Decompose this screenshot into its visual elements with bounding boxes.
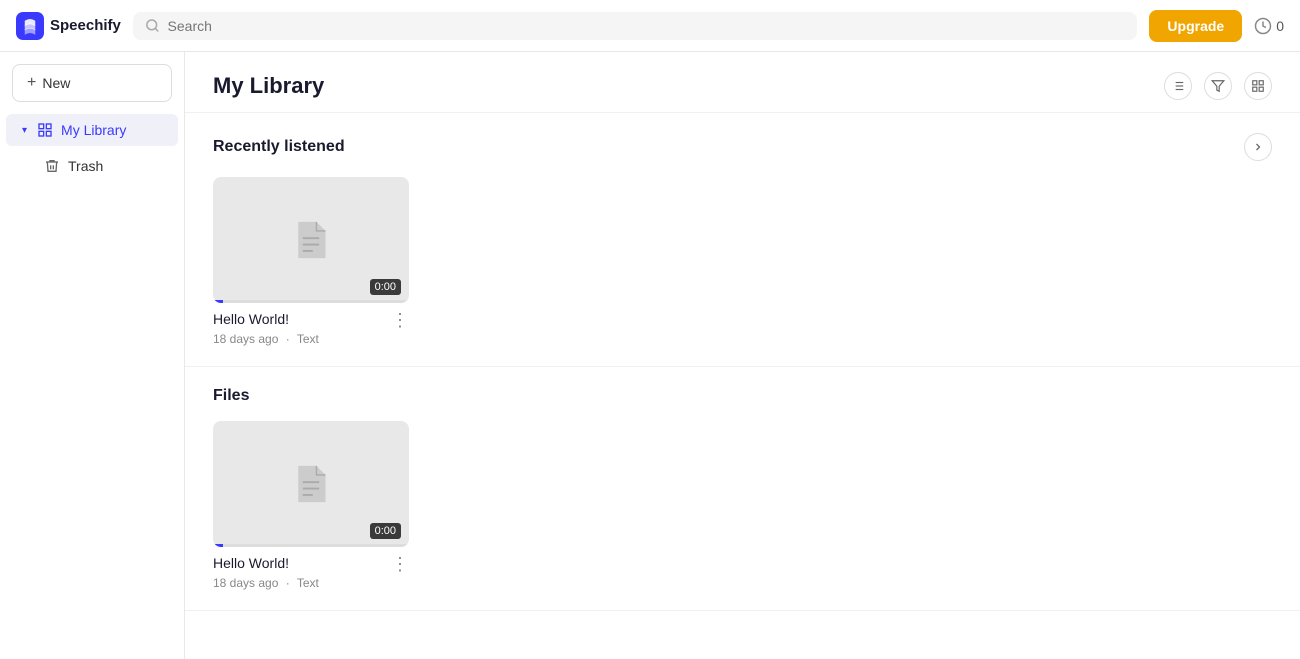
plus-icon: + (27, 74, 36, 92)
duration-badge: 0:00 (370, 279, 401, 295)
sidebar-item-trash-label: Trash (68, 158, 103, 174)
card-type: Text (297, 576, 319, 590)
content-area: My Library (185, 52, 1300, 659)
speechify-logo-icon (16, 12, 44, 40)
sort-icon[interactable] (1164, 72, 1192, 100)
card-thumbnail: 0:00 (213, 177, 409, 303)
topbar: Speechify Upgrade 0 (0, 0, 1300, 52)
card-title: Hello World! (213, 555, 385, 571)
card-menu-button[interactable]: ⋮ (385, 311, 409, 329)
sidebar: + New ▾ My Library Trash (0, 52, 185, 659)
sidebar-item-trash[interactable]: Trash (6, 150, 178, 182)
search-input[interactable] (168, 18, 1126, 34)
sidebar-item-label: My Library (61, 122, 126, 138)
duration-badge: 0:00 (370, 523, 401, 539)
progress-fill (213, 544, 223, 547)
new-button[interactable]: + New (12, 64, 172, 102)
logo[interactable]: Speechify (16, 12, 121, 40)
card-thumbnail: 0:00 (213, 421, 409, 547)
credits-count: 0 (1276, 18, 1284, 34)
card-time: 18 days ago (213, 332, 278, 346)
page-title: My Library (213, 73, 324, 99)
card-type: Text (297, 332, 319, 346)
recently-listened-section: Recently listened (185, 113, 1300, 367)
new-button-label: New (42, 75, 70, 91)
card-meta: 18 days ago · Text (213, 332, 409, 346)
logo-text: Speechify (50, 17, 121, 34)
sidebar-item-my-library[interactable]: ▾ My Library (6, 114, 178, 146)
card-info: Hello World! ⋮ (213, 547, 409, 573)
card-time: 18 days ago (213, 576, 278, 590)
recently-listened-next-button[interactable] (1244, 133, 1272, 161)
credits-display: 0 (1254, 17, 1284, 35)
recently-listened-cards: 0:00 Hello World! ⋮ 18 days ago · Text (213, 177, 1272, 346)
files-section: Files 0:00 (185, 367, 1300, 611)
upgrade-button[interactable]: Upgrade (1149, 10, 1242, 42)
search-bar[interactable] (133, 12, 1138, 40)
credits-icon (1254, 17, 1272, 35)
trash-icon (44, 158, 60, 174)
section-header-recently-listened: Recently listened (213, 133, 1272, 161)
filter-icon[interactable] (1204, 72, 1232, 100)
card-meta: 18 days ago · Text (213, 576, 409, 590)
content-header: My Library (185, 52, 1300, 113)
progress-bar (213, 300, 409, 303)
header-actions (1164, 72, 1272, 100)
files-card-0[interactable]: 0:00 Hello World! ⋮ 18 days ago · Text (213, 421, 409, 590)
document-icon (293, 464, 329, 504)
grid-view-icon[interactable] (1244, 72, 1272, 100)
main-layout: + New ▾ My Library Trash My Library (0, 52, 1300, 659)
progress-fill (213, 300, 223, 303)
document-icon (293, 220, 329, 260)
section-header-files: Files (213, 387, 1272, 405)
card-title: Hello World! (213, 311, 385, 327)
section-title-files: Files (213, 387, 249, 405)
progress-bar (213, 544, 409, 547)
card-menu-button[interactable]: ⋮ (385, 555, 409, 573)
recently-listened-card-0[interactable]: 0:00 Hello World! ⋮ 18 days ago · Text (213, 177, 409, 346)
chevron-icon: ▾ (22, 125, 27, 136)
search-icon (145, 18, 160, 33)
library-icon (37, 122, 53, 138)
card-info: Hello World! ⋮ (213, 303, 409, 329)
files-cards: 0:00 Hello World! ⋮ 18 days ago · Text (213, 421, 1272, 590)
section-title-recently-listened: Recently listened (213, 138, 345, 156)
